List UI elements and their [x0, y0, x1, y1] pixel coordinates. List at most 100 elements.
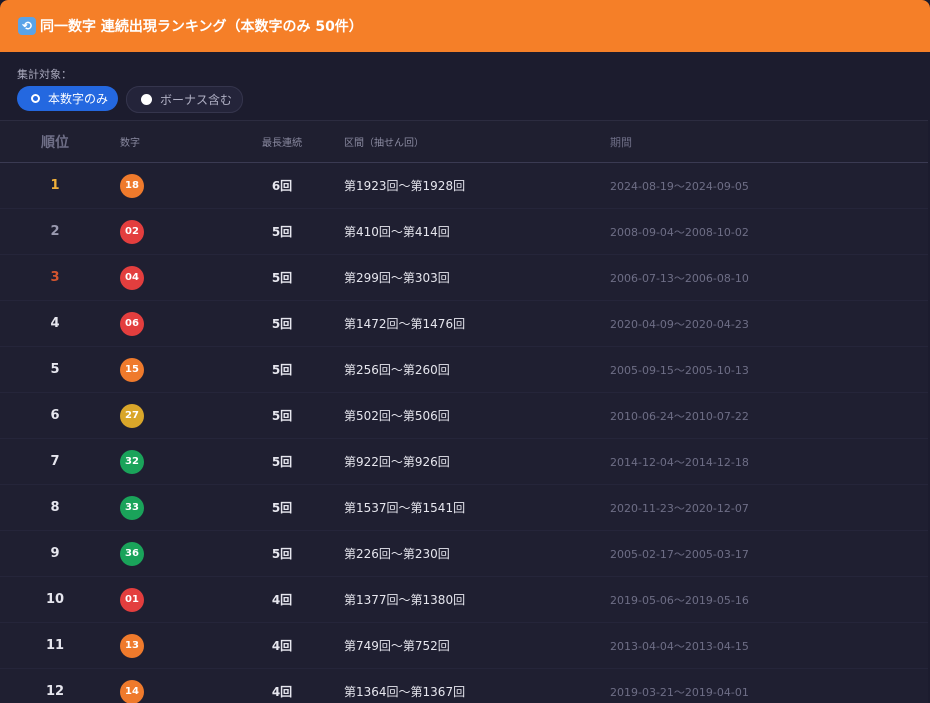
- col-streak[interactable]: 最長連続: [230, 134, 334, 149]
- range-cell: 第1364回〜第1367回: [344, 685, 466, 699]
- period-cell: 2019-05-06〜2019-05-16: [610, 593, 749, 607]
- col-period[interactable]: 期間: [610, 134, 910, 150]
- table-header: 順位 数字 最長連続 区間（抽せん回） 期間: [0, 120, 928, 163]
- streak-cell: 5回: [271, 547, 293, 561]
- streak-cell: 5回: [271, 271, 293, 285]
- col-number[interactable]: 数字: [110, 134, 230, 149]
- streak-cell: 4回: [271, 593, 293, 607]
- number-cell: 13: [110, 633, 230, 658]
- period-cell: 2005-02-17〜2005-03-17: [610, 547, 749, 561]
- range-cell: 第1472回〜第1476回: [344, 317, 466, 331]
- streak-cell: 4回: [271, 639, 293, 653]
- range-cell: 第1537回〜第1541回: [344, 501, 466, 515]
- number-cell: 04: [110, 265, 230, 290]
- streak-cell: 4回: [271, 685, 293, 699]
- period-cell: 2024-08-19〜2024-09-05: [610, 179, 749, 193]
- period-cell: 2013-04-04〜2013-04-15: [610, 639, 749, 653]
- streak-cell: 5回: [271, 501, 293, 515]
- number-ball: 01: [120, 587, 144, 612]
- rank-cell: 4: [50, 316, 60, 331]
- period-cell: 2014-12-04〜2014-12-18: [610, 455, 749, 469]
- streak-cell: 5回: [271, 363, 293, 377]
- rank-cell: 11: [45, 638, 65, 653]
- number-cell: 02: [110, 219, 230, 244]
- toggle-label: 本数字のみ: [48, 92, 109, 106]
- table-row[interactable]: 11 13 4回 第749回〜第752回 2013-04-04〜2013-04-15: [0, 623, 928, 669]
- table-row[interactable]: 3 04 5回 第299回〜第303回 2006-07-13〜2006-08-10: [0, 255, 928, 301]
- table-row[interactable]: 2 02 5回 第410回〜第414回 2008-09-04〜2008-10-02: [0, 209, 928, 255]
- number-cell: 06: [110, 311, 230, 336]
- radio-icon: [141, 94, 153, 105]
- range-cell: 第299回〜第303回: [344, 271, 450, 285]
- toggle-include-bonus[interactable]: ボーナス含む: [126, 86, 244, 113]
- radio-icon: [31, 94, 40, 103]
- number-ball: 33: [120, 495, 144, 520]
- table-row[interactable]: 12 14 4回 第1364回〜第1367回 2019-03-21〜2019-04-01: [0, 669, 928, 703]
- rank-cell: 1: [50, 178, 60, 193]
- number-cell: 36: [110, 541, 230, 566]
- table-row[interactable]: 5 15 5回 第256回〜第260回 2005-09-15〜2005-10-13: [0, 347, 928, 393]
- table-row[interactable]: 6 27 5回 第502回〜第506回 2010-06-24〜2010-07-22: [0, 393, 928, 439]
- number-ball: 06: [120, 311, 144, 336]
- number-cell: 15: [110, 357, 230, 382]
- table-row[interactable]: 4 06 5回 第1472回〜第1476回 2020-04-09〜2020-04-23: [0, 301, 928, 347]
- streak-cell: 5回: [271, 225, 293, 239]
- period-cell: 2008-09-04〜2008-10-02: [610, 225, 749, 239]
- period-cell: 2020-11-23〜2020-12-07: [610, 501, 749, 515]
- filter-label: 集計対象：: [17, 68, 72, 81]
- streak-cell: 5回: [271, 317, 293, 331]
- panel-header: ⟲ 同一数字 連続出現ランキング（本数字のみ 50件）: [0, 0, 930, 52]
- col-rank[interactable]: 順位: [0, 132, 110, 152]
- col-range[interactable]: 区間（抽せん回）: [334, 134, 610, 149]
- table-row[interactable]: 8 33 5回 第1537回〜第1541回 2020-11-23〜2020-12-07: [0, 485, 928, 531]
- period-cell: 2020-04-09〜2020-04-23: [610, 317, 749, 331]
- rank-cell: 5: [50, 362, 60, 377]
- streak-cell: 6回: [271, 179, 293, 193]
- number-ball: 32: [120, 449, 144, 474]
- range-cell: 第1377回〜第1380回: [344, 593, 466, 607]
- number-ball: 18: [120, 173, 144, 198]
- range-cell: 第1923回〜第1928回: [344, 179, 466, 193]
- rank-cell: 6: [50, 408, 60, 423]
- repeat-icon: ⟲: [18, 17, 36, 35]
- number-ball: 14: [120, 679, 144, 703]
- period-cell: 2006-07-13〜2006-08-10: [610, 271, 749, 285]
- number-cell: 32: [110, 449, 230, 474]
- range-cell: 第226回〜第230回: [344, 547, 450, 561]
- table-body: 1 18 6回 第1923回〜第1928回 2024-08-19〜2024-09-05 2…: [0, 163, 928, 703]
- number-ball: 27: [120, 403, 144, 428]
- ranking-table: 順位 数字 最長連続 区間（抽せん回） 期間 1 18 6回 第1923回〜第1928…: [0, 120, 928, 703]
- range-cell: 第256回〜第260回: [344, 363, 450, 377]
- streak-cell: 5回: [271, 409, 293, 423]
- range-cell: 第410回〜第414回: [344, 225, 450, 239]
- rank-cell: 8: [50, 500, 60, 515]
- table-row[interactable]: 9 36 5回 第226回〜第230回 2005-02-17〜2005-03-17: [0, 531, 928, 577]
- number-ball: 02: [120, 219, 144, 244]
- number-ball: 36: [120, 541, 144, 566]
- table-row[interactable]: 1 18 6回 第1923回〜第1928回 2024-08-19〜2024-09-05: [0, 163, 928, 209]
- rank-cell: 12: [45, 684, 65, 699]
- rank-cell: 2: [50, 224, 60, 239]
- toggle-main-numbers[interactable]: 本数字のみ: [17, 86, 119, 111]
- number-ball: 15: [120, 357, 144, 382]
- range-cell: 第502回〜第506回: [344, 409, 450, 423]
- number-ball: 13: [120, 633, 144, 658]
- number-cell: 01: [110, 587, 230, 612]
- filter-toggle-group: 本数字のみ ボーナス含む: [17, 86, 913, 113]
- toggle-label: ボーナス含む: [160, 93, 233, 107]
- number-cell: 33: [110, 495, 230, 520]
- rank-cell: 10: [45, 592, 65, 607]
- number-cell: 14: [110, 679, 230, 703]
- table-row[interactable]: 10 01 4回 第1377回〜第1380回 2019-05-06〜2019-05-16: [0, 577, 928, 623]
- ranking-panel: ⟲ 同一数字 連続出現ランキング（本数字のみ 50件） 集計対象： 本数字のみ …: [0, 0, 930, 703]
- range-cell: 第749回〜第752回: [344, 639, 450, 653]
- range-cell: 第922回〜第926回: [344, 455, 450, 469]
- number-ball: 04: [120, 265, 144, 290]
- panel-title: 同一数字 連続出現ランキング（本数字のみ 50件）: [40, 19, 363, 35]
- period-cell: 2010-06-24〜2010-07-22: [610, 409, 749, 423]
- streak-cell: 5回: [271, 455, 293, 469]
- table-row[interactable]: 7 32 5回 第922回〜第926回 2014-12-04〜2014-12-18: [0, 439, 928, 485]
- rank-cell: 7: [50, 454, 60, 469]
- filter-section: 集計対象： 本数字のみ ボーナス含む: [0, 52, 930, 120]
- period-cell: 2019-03-21〜2019-04-01: [610, 685, 749, 699]
